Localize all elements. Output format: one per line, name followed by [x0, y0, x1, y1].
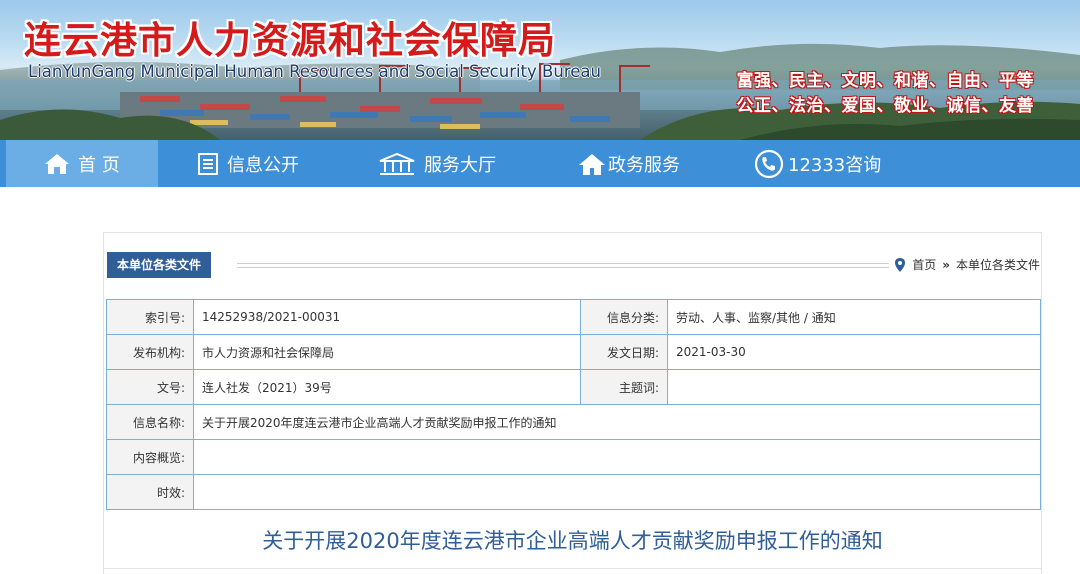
nav-item-12333-hotline[interactable]: 12333咨询: [754, 140, 881, 187]
keywords-label: 主题词:: [580, 369, 668, 405]
phone-icon: [754, 149, 784, 178]
keywords-value: [667, 369, 1041, 405]
table-row: 内容概览:: [106, 439, 1041, 475]
slogan-line-2: 公正、法治、爱国、敬业、诚信、友善: [736, 96, 1034, 116]
publisher-label: 发布机构:: [106, 334, 194, 370]
content-panel: 本单位各类文件 首页 » 本单位各类文件 索引号: 14252938/2021-…: [103, 232, 1042, 574]
document-number-value: 连人社发（2021）39号: [193, 369, 581, 405]
content-summary-label: 内容概览:: [106, 439, 194, 475]
nav-item-label: 政务服务: [608, 154, 680, 176]
main-navigation: 首 页 信息公开 服务大厅 政务服务 12333咨询: [0, 140, 1080, 187]
table-row: 索引号: 14252938/2021-00031 信息分类: 劳动、人事、监察/…: [106, 299, 1041, 335]
site-title-chinese: 连云港市人力资源和社会保障局: [24, 19, 556, 62]
issue-date-label: 发文日期:: [580, 334, 668, 370]
nav-item-label: 12333咨询: [788, 154, 882, 176]
nav-item-label: 首 页: [78, 154, 120, 176]
section-title: 本单位各类文件: [107, 252, 212, 278]
document-list-icon: [198, 152, 218, 175]
nav-item-government-services[interactable]: 政务服务: [578, 140, 680, 187]
nav-item-home[interactable]: 首 页: [6, 140, 158, 187]
site-title-english: LianYunGang Municipal Human Resources an…: [28, 62, 601, 81]
breadcrumb-current[interactable]: 本单位各类文件: [956, 256, 1040, 273]
section-header: 本单位各类文件 首页 » 本单位各类文件: [107, 252, 1040, 278]
title-divider: [104, 568, 1041, 569]
table-row: 信息名称: 关于开展2020年度连云港市企业高端人才贡献奖励申报工作的通知: [106, 404, 1041, 440]
info-category-value: 劳动、人事、监察/其他 / 通知: [667, 299, 1041, 335]
breadcrumb-home-link[interactable]: 首页: [912, 256, 936, 273]
nav-item-label: 服务大厅: [424, 154, 496, 176]
document-title: 关于开展2020年度连云港市企业高端人才贡献奖励申报工作的通知: [262, 529, 883, 553]
info-name-label: 信息名称:: [106, 404, 194, 440]
publisher-value: 市人力资源和社会保障局: [193, 334, 581, 370]
building-icon: [379, 152, 415, 175]
home-icon: [45, 153, 70, 174]
breadcrumb: 首页 » 本单位各类文件: [894, 256, 1040, 273]
slogan-line-1: 富强、民主、文明、和谐、自由、平等: [736, 71, 1034, 91]
validity-value: [193, 474, 1041, 510]
nav-item-service-hall[interactable]: 服务大厅: [378, 140, 496, 187]
location-pin-icon: [895, 257, 906, 272]
document-number-label: 文号:: [106, 369, 194, 405]
validity-label: 时效:: [106, 474, 194, 510]
table-row: 文号: 连人社发（2021）39号 主题词:: [106, 369, 1041, 405]
document-info-table: 索引号: 14252938/2021-00031 信息分类: 劳动、人事、监察/…: [106, 299, 1041, 510]
nav-item-label: 信息公开: [227, 154, 299, 176]
issue-date-value: 2021-03-30: [667, 334, 1041, 370]
content-summary-value: [193, 439, 1041, 475]
table-row: 发布机构: 市人力资源和社会保障局 发文日期: 2021-03-30: [106, 334, 1041, 370]
info-name-value: 关于开展2020年度连云港市企业高端人才贡献奖励申报工作的通知: [193, 404, 1041, 440]
site-banner: 连云港市人力资源和社会保障局 LianYunGang Municipal Hum…: [0, 0, 1080, 140]
info-category-label: 信息分类:: [580, 299, 668, 335]
section-divider: [237, 263, 889, 268]
index-number-value: 14252938/2021-00031: [193, 299, 581, 335]
breadcrumb-separator: »: [942, 257, 950, 272]
nav-item-info-disclosure[interactable]: 信息公开: [197, 140, 299, 187]
index-number-label: 索引号:: [106, 299, 194, 335]
table-row: 时效:: [106, 474, 1041, 510]
house-icon: [579, 153, 605, 175]
